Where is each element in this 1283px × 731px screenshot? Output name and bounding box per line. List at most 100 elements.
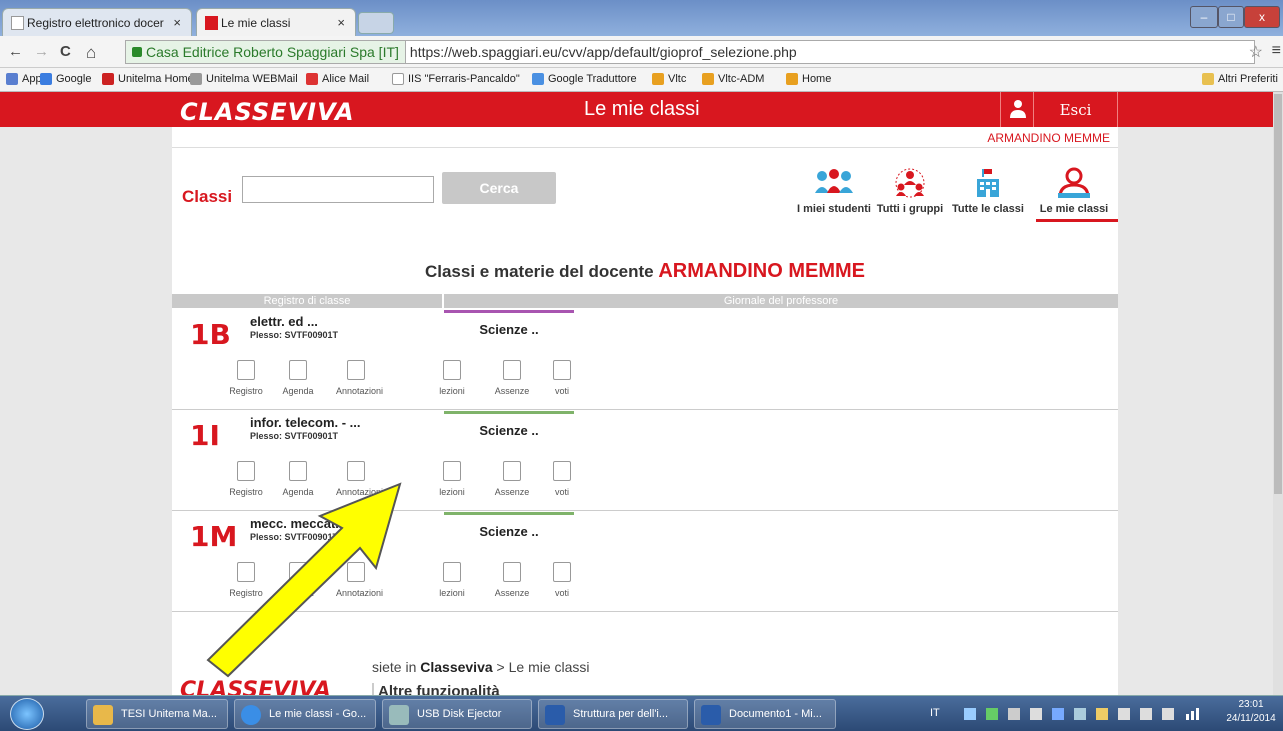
bookmark-app[interactable]: App	[6, 73, 42, 85]
action-label: Assenze	[494, 386, 530, 396]
annotazioni-button[interactable]: Annotazioni	[336, 360, 383, 396]
class-code: 1I	[190, 419, 220, 452]
clock-date: 24/11/2014	[1226, 713, 1276, 724]
subject-materia[interactable]: Scienze ..	[444, 423, 574, 438]
bookmark-label: Google	[56, 73, 92, 85]
bookmark-label: Vltc	[668, 73, 687, 85]
bookmark-label: Unitelma WEBMail	[206, 73, 298, 85]
clock[interactable]: 23:01 24/11/2014	[1226, 698, 1276, 726]
page-title: Le mie classi	[584, 98, 700, 120]
back-button[interactable]: ←	[8, 43, 23, 60]
search-button[interactable]: Cerca	[442, 172, 556, 204]
window-close-button[interactable]: x	[1244, 6, 1280, 28]
translate-icon	[532, 73, 544, 85]
nav-tutti-i-gruppi[interactable]: Tutti i gruppi	[877, 167, 943, 215]
word-icon	[701, 705, 721, 725]
taskbar-item-word-struttura[interactable]: Struttura per dell'i...	[538, 699, 688, 729]
bookmark-label: IIS "Ferraris-Pancaldo"	[408, 73, 520, 85]
bookmark-vltc[interactable]: Vltc	[652, 73, 686, 85]
new-tab-button[interactable]	[358, 12, 394, 34]
bookmark-google-traduttore[interactable]: Google Traduttore	[532, 73, 637, 85]
nav-le-mie-classi[interactable]: Le mie classi	[1040, 167, 1108, 215]
class-plesso: Plesso: SVTF00901T	[250, 431, 339, 441]
language-indicator[interactable]: IT	[930, 707, 940, 719]
usb-icon	[389, 705, 409, 725]
subject-materia[interactable]: Scienze ..	[444, 524, 574, 539]
joomla-icon	[702, 73, 714, 85]
mail-icon	[190, 73, 202, 85]
start-button[interactable]	[10, 698, 44, 730]
search-input[interactable]	[242, 176, 434, 203]
bookmark-star-icon[interactable]: ☆	[1249, 42, 1263, 62]
home-button[interactable]: ⌂	[86, 43, 96, 63]
bookmark-unitelma-home[interactable]: Unitelma Home	[102, 73, 194, 85]
bookmark-google[interactable]: Google	[40, 73, 91, 85]
assenze-button[interactable]: Assenze	[492, 360, 532, 396]
nav-label: Tutte le classi	[952, 203, 1024, 215]
subject-materia[interactable]: Scienze ..	[444, 322, 574, 337]
user-button[interactable]	[1000, 92, 1034, 127]
bookmark-iis[interactable]: IIS "Ferraris-Pancaldo"	[392, 73, 520, 85]
action-label: Assenze	[494, 588, 530, 598]
subject-color-bar	[444, 310, 574, 313]
alice-icon	[306, 73, 318, 85]
assenze-button[interactable]: Assenze	[492, 461, 532, 497]
voti-button[interactable]: voti	[542, 461, 582, 497]
logout-button[interactable]: Esci	[1034, 92, 1118, 127]
agenda-icon	[289, 360, 307, 380]
bookmark-altri-preferiti[interactable]: Altri Preferiti	[1202, 73, 1278, 85]
classeviva-logo[interactable]: CLASSEVIVA	[180, 98, 355, 126]
nav-label: Le mie classi	[1039, 203, 1109, 215]
page-scrollbar[interactable]	[1273, 92, 1283, 695]
url-field[interactable]: Casa Editrice Roberto Spaggiari Spa [IT]…	[125, 40, 1255, 64]
maximize-button[interactable]: □	[1218, 6, 1244, 28]
bookmark-home[interactable]: Home	[786, 73, 831, 85]
assenze-button[interactable]: Assenze	[492, 562, 532, 598]
taskbar-item-usb-ejector[interactable]: USB Disk Ejector	[382, 699, 532, 729]
bookmark-label: Alice Mail	[322, 73, 370, 85]
google-icon	[40, 73, 52, 85]
taskbar-item-chrome[interactable]: Le mie classi - Go...	[234, 699, 376, 729]
list-icon	[553, 360, 571, 380]
taskbar-label: USB Disk Ejector	[417, 708, 502, 720]
voti-button[interactable]: voti	[542, 360, 582, 396]
bookmark-label: App	[22, 73, 42, 85]
address-bar: ← → C ⌂ Casa Editrice Roberto Spaggiari …	[0, 36, 1283, 68]
system-tray: IT	[920, 699, 1225, 729]
bookmark-unitelma-webmail[interactable]: Unitelma WEBMail	[190, 73, 298, 85]
tab-le-mie-classi[interactable]: Le mie classi ×	[196, 8, 356, 36]
close-icon[interactable]: ×	[173, 15, 181, 30]
taskbar-item-word-documento1[interactable]: Documento1 - Mi...	[694, 699, 836, 729]
tab-registro[interactable]: Registro elettronico docer ×	[2, 8, 192, 36]
nav-tutte-le-classi[interactable]: Tutte le classi	[952, 167, 1024, 215]
action-label: Assenze	[494, 487, 530, 497]
students-icon	[815, 169, 853, 193]
bookmark-label: Unitelma Home	[118, 73, 194, 85]
lezioni-button[interactable]: lezioni	[432, 360, 472, 396]
bookmark-vltc-adm[interactable]: Vltc-ADM	[702, 73, 764, 85]
nav-i-miei-studenti[interactable]: I miei studenti	[797, 167, 871, 215]
action-label: Agenda	[282, 386, 314, 396]
scrollbar-thumb[interactable]	[1274, 94, 1282, 494]
minimize-button[interactable]: –	[1190, 6, 1218, 28]
voti-button[interactable]: voti	[542, 562, 582, 598]
close-icon[interactable]: ×	[337, 15, 345, 30]
bookmark-label: Home	[802, 73, 832, 85]
class-subject[interactable]: infor. telecom. - ...	[250, 415, 361, 430]
registro-button[interactable]: Registro	[226, 360, 266, 396]
taskbar-item-tesi[interactable]: TESI Unitema Ma...	[86, 699, 228, 729]
divider	[172, 147, 1118, 148]
security-indicator[interactable]: Casa Editrice Roberto Spaggiari Spa [IT]	[126, 41, 406, 63]
agenda-button[interactable]: Agenda	[278, 360, 318, 396]
action-label: lezioni	[439, 386, 465, 396]
class-subject[interactable]: elettr. ed ...	[250, 314, 318, 329]
class-plesso: Plesso: SVTF00901T	[250, 330, 339, 340]
class-code: 1B	[190, 318, 231, 351]
folder-icon	[93, 705, 113, 725]
page-icon	[11, 16, 24, 30]
bookmark-alice-mail[interactable]: Alice Mail	[306, 73, 369, 85]
reload-button[interactable]: C	[60, 43, 71, 60]
tray-icons	[964, 708, 1199, 720]
menu-icon[interactable]: ≡	[1272, 42, 1281, 60]
forward-button[interactable]: →	[34, 43, 49, 60]
